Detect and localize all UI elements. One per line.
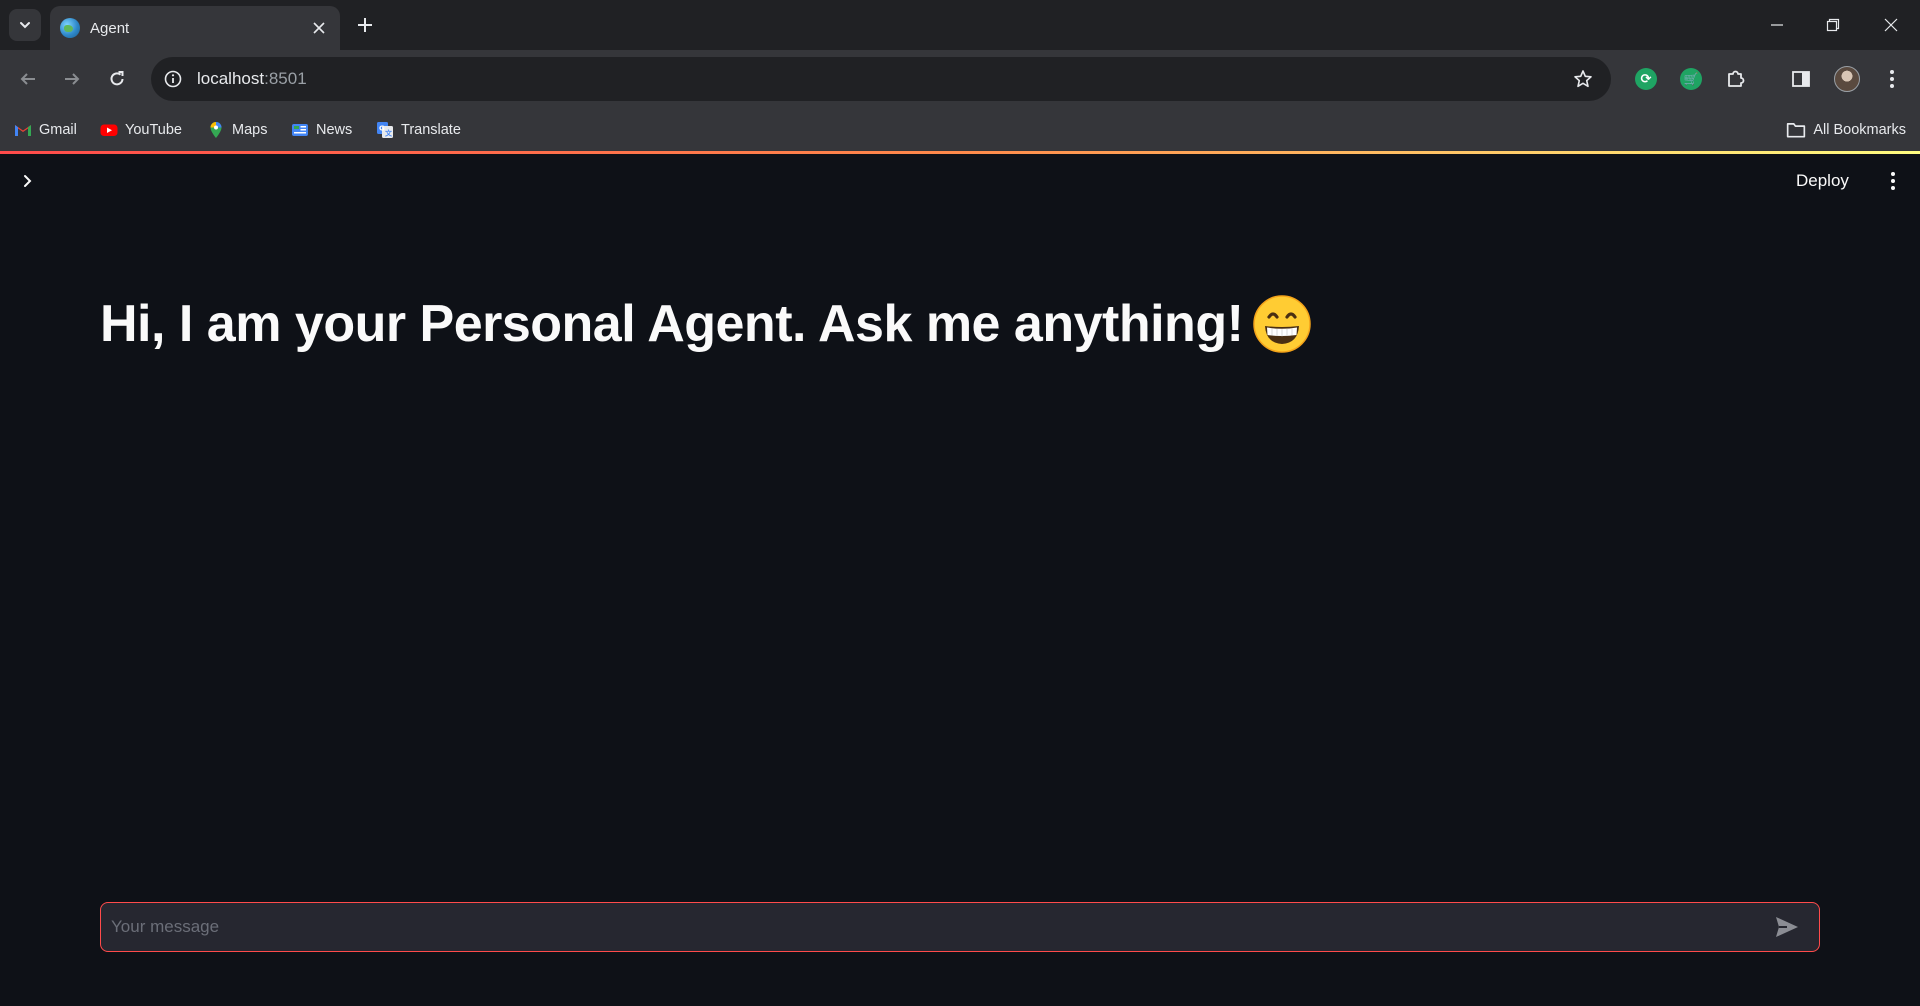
restore-icon [1826,18,1840,32]
sync-extension-icon: ⟳ [1635,68,1657,90]
maps-pin-icon [210,122,222,138]
puzzle-icon [1728,70,1745,87]
back-button[interactable] [12,63,44,95]
news-icon [292,124,308,136]
bookmark-gmail[interactable]: Gmail [14,118,77,142]
page-title-text: Hi, I am your Personal Agent. Ask me any… [100,295,1244,353]
chat-message-input[interactable] [101,903,1771,951]
more-vertical-icon [1890,70,1894,88]
browser-tab-active[interactable]: Agent [50,6,340,50]
new-tab-button[interactable] [352,12,378,38]
close-icon [313,22,325,34]
deploy-button[interactable]: Deploy [1796,168,1849,194]
cart-extension-icon: 🛒 [1680,68,1702,90]
extension-cart-button[interactable]: 🛒 [1677,65,1705,93]
folder-icon [1787,123,1806,138]
bookmark-star-button[interactable] [1571,67,1595,91]
tab-search-button[interactable] [9,9,41,41]
address-bar[interactable]: localhost:8501 [151,57,1611,101]
profile-button[interactable] [1833,65,1861,93]
url-host: localhost [197,69,265,88]
more-vertical-icon [1891,172,1895,190]
arrow-right-icon [65,73,80,85]
send-button[interactable] [1771,911,1803,943]
window-close-button[interactable] [1876,10,1906,40]
bookmark-label: Translate [401,122,461,138]
page-title: Hi, I am your Personal Agent. Ask me any… [100,294,1312,354]
chevron-right-icon [24,175,32,187]
chat-input-container [100,902,1820,952]
tab-close-button[interactable] [308,17,330,39]
app-main: Deploy Hi, I am your Personal Agent. Ask… [0,154,1920,1006]
url-port: :8501 [264,69,307,88]
extension-sync-button[interactable]: ⟳ [1632,65,1660,93]
globe-icon [60,18,80,38]
close-icon [1884,18,1898,32]
all-bookmarks-label: All Bookmarks [1813,122,1906,138]
browser-menu-button[interactable] [1878,65,1906,93]
tab-title: Agent [90,19,130,37]
browser-tab-bar: Agent [0,0,1920,50]
forward-button[interactable] [56,63,88,95]
arrow-left-icon [20,73,35,85]
youtube-icon [100,124,118,136]
avatar [1834,66,1860,92]
bookmark-maps[interactable]: Maps [207,118,267,142]
gmail-icon [15,125,31,136]
svg-text:文: 文 [385,129,393,138]
extensions-button[interactable] [1722,65,1750,93]
reload-icon [110,71,124,86]
side-panel-icon [1792,71,1810,87]
bookmark-label: YouTube [125,122,182,138]
bookmark-label: Maps [232,122,268,138]
site-info-icon[interactable] [161,67,185,91]
minimize-icon [1771,24,1783,26]
bookmark-label: Gmail [39,122,77,138]
bookmark-youtube[interactable]: YouTube [100,118,182,142]
sidebar-expand-button[interactable] [14,168,40,194]
send-icon [1776,917,1798,937]
bookmarks-bar: Gmail YouTube Maps News G 文 Translate Al… [0,108,1920,152]
all-bookmarks-button[interactable]: All Bookmarks [1786,118,1906,142]
side-panel-button[interactable] [1787,65,1815,93]
grinning-face-icon [1253,295,1312,353]
bookmark-translate[interactable]: G 文 Translate [376,118,461,142]
address-url: localhost:8501 [197,69,307,89]
plus-icon [358,18,372,32]
minimize-button[interactable] [1762,10,1792,40]
translate-icon: G 文 [377,122,393,138]
bookmark-label: News [316,122,353,138]
reload-button[interactable] [101,63,133,95]
browser-toolbar: localhost:8501 ⟳ 🛒 [0,50,1920,108]
bookmark-news[interactable]: News [291,118,352,142]
restore-button[interactable] [1818,10,1848,40]
star-icon [1574,70,1592,88]
app-menu-button[interactable] [1880,168,1906,194]
chevron-down-icon [20,22,30,29]
